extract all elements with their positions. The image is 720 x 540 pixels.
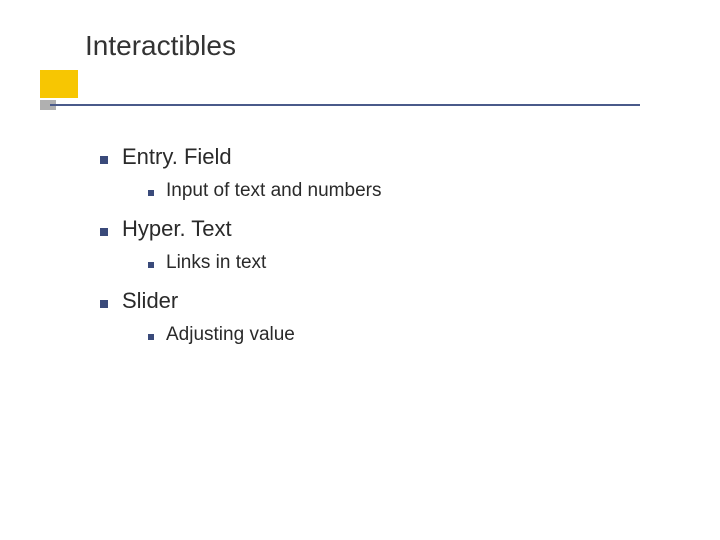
square-bullet-icon: [100, 300, 108, 308]
subitem-label: Input of text and numbers: [166, 180, 381, 202]
title-underline: [50, 104, 640, 106]
subitem-label: Links in text: [166, 252, 266, 274]
item-label: Hyper. Text: [122, 216, 232, 242]
list-item: Entry. Field: [100, 144, 640, 170]
item-label: Entry. Field: [122, 144, 232, 170]
square-bullet-icon: [148, 334, 154, 340]
item-label: Slider: [122, 288, 178, 314]
square-bullet-icon: [148, 190, 154, 196]
list-item: Slider: [100, 288, 640, 314]
title-block: Interactibles: [85, 30, 645, 70]
slide: Interactibles Entry. Field Input of text…: [0, 0, 720, 540]
list-subitem: Adjusting value: [148, 324, 640, 346]
subitem-label: Adjusting value: [166, 324, 295, 346]
square-bullet-icon: [100, 228, 108, 236]
list-subitem: Input of text and numbers: [148, 180, 640, 202]
square-bullet-icon: [100, 156, 108, 164]
list-item: Hyper. Text: [100, 216, 640, 242]
title-decor: [40, 70, 640, 110]
slide-title: Interactibles: [85, 30, 645, 70]
accent-box-yellow: [40, 70, 78, 98]
square-bullet-icon: [148, 262, 154, 268]
list-subitem: Links in text: [148, 252, 640, 274]
content-body: Entry. Field Input of text and numbers H…: [100, 130, 640, 352]
